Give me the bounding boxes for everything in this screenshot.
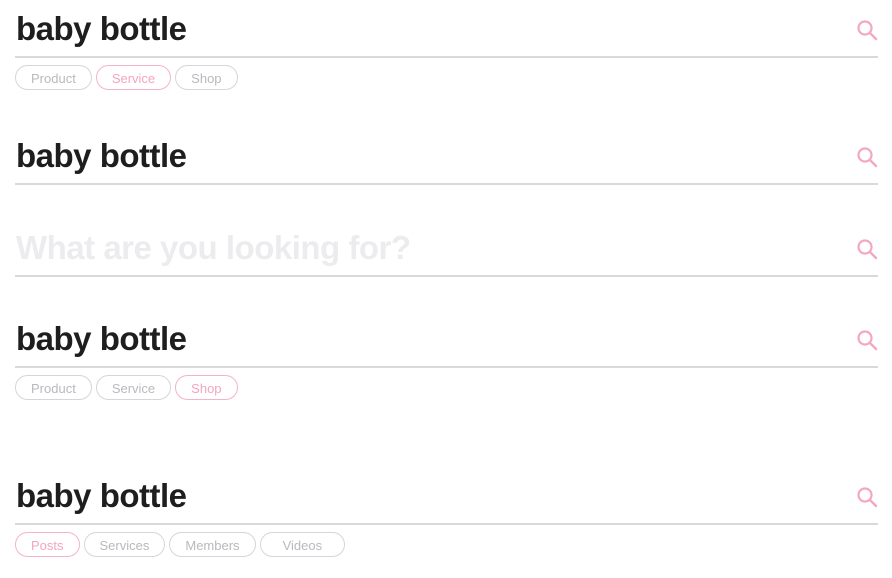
search-underline (15, 56, 878, 58)
search-icon[interactable] (856, 146, 878, 168)
search-bar-5: baby bottle Posts Services Members Video… (15, 474, 878, 557)
search-field[interactable]: What are you looking for? (15, 226, 878, 270)
filter-tabs: Product Service Shop (15, 375, 878, 400)
search-query[interactable]: baby bottle (16, 7, 187, 51)
search-bar-4: baby bottle Product Service Shop (15, 317, 878, 400)
tab-shop[interactable]: Shop (175, 65, 238, 90)
search-bar-3: What are you looking for? (15, 226, 878, 277)
tab-videos[interactable]: Videos (259, 532, 346, 557)
search-underline (15, 275, 878, 277)
search-icon[interactable] (856, 238, 878, 260)
tab-service[interactable]: Service (95, 65, 172, 90)
search-placeholder[interactable]: What are you looking for? (16, 226, 411, 270)
search-bar-1: baby bottle Product Service Shop (15, 7, 878, 90)
search-field[interactable]: baby bottle (15, 474, 878, 518)
search-icon[interactable] (856, 19, 878, 41)
search-icon[interactable] (856, 486, 878, 508)
filter-tabs: Product Service Shop (15, 65, 878, 90)
tab-product[interactable]: Product (15, 375, 92, 400)
search-field[interactable]: baby bottle (15, 317, 878, 361)
search-field[interactable]: baby bottle (15, 134, 878, 178)
search-query[interactable]: baby bottle (16, 134, 187, 178)
search-field[interactable]: baby bottle (15, 7, 878, 51)
search-underline (15, 183, 878, 185)
search-bar-2: baby bottle (15, 134, 878, 185)
search-query[interactable]: baby bottle (16, 317, 187, 361)
search-icon[interactable] (856, 329, 878, 351)
tab-members[interactable]: Members (169, 532, 256, 557)
tab-posts[interactable]: Posts (15, 532, 80, 557)
tab-service[interactable]: Service (95, 375, 172, 400)
tab-shop[interactable]: Shop (175, 375, 238, 400)
search-query[interactable]: baby bottle (16, 474, 187, 518)
filter-tabs: Posts Services Members Videos (15, 532, 878, 557)
search-underline (15, 366, 878, 368)
search-underline (15, 523, 878, 525)
tab-product[interactable]: Product (15, 65, 92, 90)
tab-services[interactable]: Services (83, 532, 166, 557)
